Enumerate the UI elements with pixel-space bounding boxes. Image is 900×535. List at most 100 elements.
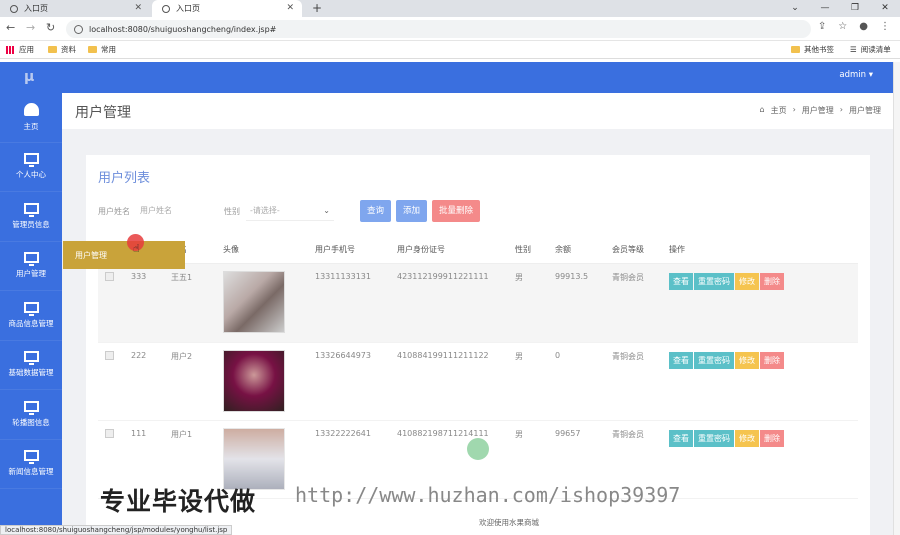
row-actions: 查看 重置密码 修改 删除 (669, 351, 858, 369)
reset-password-button[interactable]: 重置密码 (694, 429, 734, 447)
monitor-icon (23, 400, 39, 415)
sidebar-item-label: 主页 (23, 121, 39, 131)
reset-password-button[interactable]: 重置密码 (694, 272, 734, 290)
folder-icon (791, 46, 800, 53)
row-checkbox[interactable] (105, 350, 114, 360)
close-icon[interactable]: ✕ (134, 3, 142, 13)
menu-icon[interactable]: ⋮ (880, 21, 890, 32)
add-button[interactable]: 添加 (396, 200, 428, 222)
table-row: 222 用户2 13326644973 410884199111211122 男… (98, 342, 858, 421)
cell-id: 222 (124, 342, 164, 421)
breadcrumb-section[interactable]: 用户管理 (802, 105, 834, 116)
reading-list-icon: ☰ (850, 45, 857, 54)
dashboard-icon (23, 102, 39, 116)
url-input[interactable]: localhost:8080/shuiguoshangcheng/index.j… (66, 20, 811, 38)
breadcrumb-home[interactable]: 主页 (771, 105, 787, 116)
reset-password-button[interactable]: 重置密码 (694, 351, 734, 369)
bookmark-label: 其他书签 (804, 45, 834, 54)
chevron-down-icon[interactable]: ⌄ (780, 0, 810, 17)
toolbar-icons: ⇪ ☆ ● ⋮ (818, 21, 890, 32)
window-controls: ⌄ — ❐ ✕ (780, 0, 900, 17)
reload-icon[interactable]: ↻ (46, 21, 55, 34)
row-actions: 查看 重置密码 修改 删除 (669, 272, 858, 290)
cell-idcard: 410884199111211122 (390, 342, 508, 421)
monitor-icon (23, 450, 39, 465)
avatar (223, 427, 285, 490)
sidebar-submenu-users[interactable]: 用户管理 (63, 241, 185, 269)
address-bar: ← → ↻ localhost:8080/shuiguoshangcheng/i… (0, 17, 900, 41)
logo: μ (24, 69, 35, 85)
sidebar-item-products[interactable]: 商品信息管理 (0, 291, 62, 341)
folder-icon (88, 46, 97, 53)
breadcrumb: ⌂ 主页 › 用户管理 › 用户管理 (760, 105, 881, 116)
apps-grid-icon (6, 45, 14, 54)
forward-icon[interactable]: → (26, 21, 35, 34)
restore-icon[interactable]: ❐ (840, 0, 870, 17)
delete-button[interactable]: 删除 (760, 272, 784, 290)
bookmark-label: 应用 (19, 45, 34, 54)
cell-name: 用户2 (164, 342, 216, 421)
star-icon[interactable]: ☆ (838, 21, 847, 32)
sidebar-item-basic-data[interactable]: 基础数据管理 (0, 341, 62, 390)
edit-button[interactable]: 修改 (735, 351, 759, 369)
user-list-card: 用户列表 用户姓名 用户姓名 性别 -请选择- ⌄ 查询 添加 批量删除 姓名 … (86, 155, 870, 535)
bookmark-reading-list[interactable]: ☰ 阅读清单 (850, 44, 891, 55)
sidebar-item-label: 商品信息管理 (8, 318, 54, 328)
cell-id: 333 (124, 263, 164, 343)
col-level: 会员等级 (605, 237, 662, 264)
sidebar-item-news[interactable]: 新闻信息管理 (0, 440, 62, 489)
close-icon[interactable]: ✕ (286, 3, 294, 13)
page-title: 用户管理 (75, 105, 131, 121)
bookmark-folder[interactable]: 常用 (88, 44, 116, 55)
close-window-icon[interactable]: ✕ (870, 0, 900, 17)
folder-icon (48, 46, 57, 53)
row-actions: 查看 重置密码 修改 删除 (669, 429, 858, 447)
batch-delete-button[interactable]: 批量删除 (432, 200, 481, 222)
back-icon[interactable]: ← (6, 21, 15, 34)
browser-tab-label: 入口页 (24, 4, 48, 13)
delete-button[interactable]: 删除 (760, 351, 784, 369)
globe-icon (10, 4, 18, 13)
view-button[interactable]: 查看 (669, 429, 693, 447)
sidebar-item-users[interactable]: 用户管理 (0, 242, 62, 291)
watermark-url: http://www.huzhan.com/ishop39397 (295, 483, 681, 507)
query-button[interactable]: 查询 (360, 200, 392, 222)
edit-button[interactable]: 修改 (735, 429, 759, 447)
bookmarks-bar: 应用 资料 常用 其他书签 ☰ 阅读清单 (0, 41, 900, 59)
cell-level: 青铜会员 (605, 342, 662, 421)
hand-cursor-icon: ☝ (133, 242, 140, 255)
sidebar-item-label: 轮播图信息 (12, 417, 50, 427)
minimize-icon[interactable]: — (810, 0, 840, 17)
sidebar-item-home[interactable]: 主页 (0, 93, 62, 143)
scrollbar[interactable] (893, 62, 900, 535)
view-button[interactable]: 查看 (669, 272, 693, 290)
bookmark-apps[interactable]: 应用 (6, 44, 34, 55)
col-gender: 性别 (508, 237, 548, 264)
sidebar-item-personal[interactable]: 个人中心 (0, 143, 62, 192)
sidebar-item-admin[interactable]: 管理员信息 (0, 192, 62, 242)
gender-select[interactable]: -请选择- ⌄ (246, 201, 334, 221)
row-checkbox[interactable] (105, 271, 114, 281)
delete-button[interactable]: 删除 (760, 429, 784, 447)
new-tab-icon[interactable]: + (312, 1, 322, 15)
sidebar-item-carousel[interactable]: 轮播图信息 (0, 390, 62, 440)
profile-icon[interactable]: ● (859, 21, 868, 32)
name-input[interactable]: 用户姓名 (136, 201, 212, 221)
bookmark-other[interactable]: 其他书签 (791, 44, 834, 55)
cell-name: 王五1 (164, 263, 216, 343)
cell-balance: 0 (548, 342, 605, 421)
admin-menu[interactable]: admin ▾ (839, 70, 873, 80)
table-header-row: 姓名 头像 用户手机号 用户身份证号 性别 余额 会员等级 操作 (98, 237, 858, 264)
status-bar-url: localhost:8080/shuiguoshangcheng/jsp/mod… (0, 525, 233, 535)
search-bar: 用户姓名 用户姓名 性别 -请选择- ⌄ 查询 添加 批量删除 (98, 199, 485, 223)
col-idcard: 用户身份证号 (390, 237, 508, 264)
row-checkbox[interactable] (105, 428, 114, 438)
monitor-icon (23, 202, 39, 217)
bookmark-folder[interactable]: 资料 (48, 44, 76, 55)
sidebar-item-label: 新闻信息管理 (8, 467, 54, 477)
edit-button[interactable]: 修改 (735, 272, 759, 290)
browser-tab-2[interactable]: 入口页 ✕ (152, 0, 302, 17)
share-icon[interactable]: ⇪ (818, 21, 826, 32)
view-button[interactable]: 查看 (669, 351, 693, 369)
browser-tab-1[interactable]: 入口页 ✕ (0, 0, 150, 17)
